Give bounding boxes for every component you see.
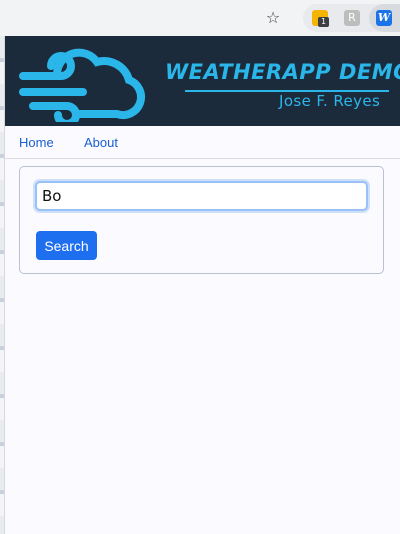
bookmark-star-icon[interactable]: ☆ — [264, 8, 282, 28]
app-header: WEATHERAPP DEMO Jose F. Reyes — [5, 36, 400, 126]
extension-popup: WEATHERAPP DEMO Jose F. Reyes Home About… — [4, 36, 400, 534]
browser-toolbar: ☆ 1 R W — [0, 0, 400, 36]
app-title: WEATHERAPP DEMO — [165, 60, 400, 84]
search-button[interactable]: Search — [36, 231, 97, 260]
nav-about-link[interactable]: About — [84, 135, 118, 150]
search-input[interactable] — [35, 181, 368, 211]
active-extension-highlight: W — [369, 4, 400, 32]
nav-bar: Home About — [5, 126, 400, 159]
nav-home-link[interactable]: Home — [19, 135, 54, 150]
app-author: Jose F. Reyes — [279, 92, 381, 110]
cloud-wind-icon — [19, 48, 145, 122]
extension-badge: 1 — [318, 17, 329, 27]
extensions-area: 1 R W — [303, 4, 400, 32]
yellow-extension-icon[interactable]: 1 — [312, 10, 329, 27]
search-card: Search — [19, 166, 384, 274]
weather-extension-icon[interactable]: W — [376, 10, 392, 26]
r-extension-icon[interactable]: R — [344, 10, 360, 26]
